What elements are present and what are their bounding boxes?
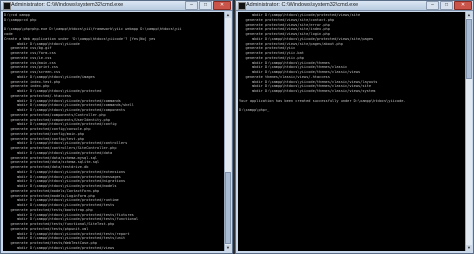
window-title: Administrator: C:\Windows\system32\cmd.e… [246,2,359,8]
maximize-button[interactable]: □ [199,1,212,10]
close-button[interactable]: ✕ [213,1,231,10]
scroll-up-arrow-icon[interactable]: ▲ [466,12,472,18]
vertical-scrollbar[interactable]: ▲ ▼ [224,12,231,251]
scroll-down-arrow-icon[interactable]: ▼ [466,245,472,251]
right-console-window[interactable]: Administrator: C:\Windows\system32\cmd.e… [235,0,474,254]
scrollbar-thumb[interactable] [466,19,472,79]
title-bar[interactable]: Administrator: C:\Windows\system32\cmd.e… [236,1,473,11]
scrollbar-thumb[interactable] [225,172,231,244]
console-output[interactable]: D:\>cd xampp D:\xampp>cd php D:\xampp\php>… [3,12,224,251]
left-console-window[interactable]: Administrator: C:\Windows\system32\cmd.e… [0,0,233,254]
maximize-button[interactable]: □ [440,1,453,10]
window-controls: – □ ✕ [185,1,231,10]
console-line: mkdir D:\xampp\htdocs\yiicode/protected/… [4,251,223,252]
minimize-button[interactable]: – [185,1,198,10]
console-line: D:\xampp\php>_ [239,108,270,112]
window-controls: – □ ✕ [426,1,472,10]
console-output[interactable]: mkdir D:\xampp\htdocs\yiicode/protected/… [238,12,465,251]
close-button[interactable]: ✕ [454,1,472,10]
minimize-button[interactable]: – [426,1,439,10]
scroll-down-arrow-icon[interactable]: ▼ [225,245,231,251]
cmd-app-icon [3,2,11,10]
vertical-scrollbar[interactable]: ▲ ▼ [465,12,472,251]
scroll-up-arrow-icon[interactable]: ▲ [225,12,231,18]
console-lines: mkdir D:\xampp\htdocs\yiicode/protected/… [238,12,465,114]
window-title: Administrator: C:\Windows\system32\cmd.e… [11,2,124,8]
title-bar[interactable]: Administrator: C:\Windows\system32\cmd.e… [1,1,232,11]
console-lines: D:\>cd xampp D:\xampp>cd php D:\xampp\php>… [3,12,224,251]
cmd-app-icon [238,2,246,10]
